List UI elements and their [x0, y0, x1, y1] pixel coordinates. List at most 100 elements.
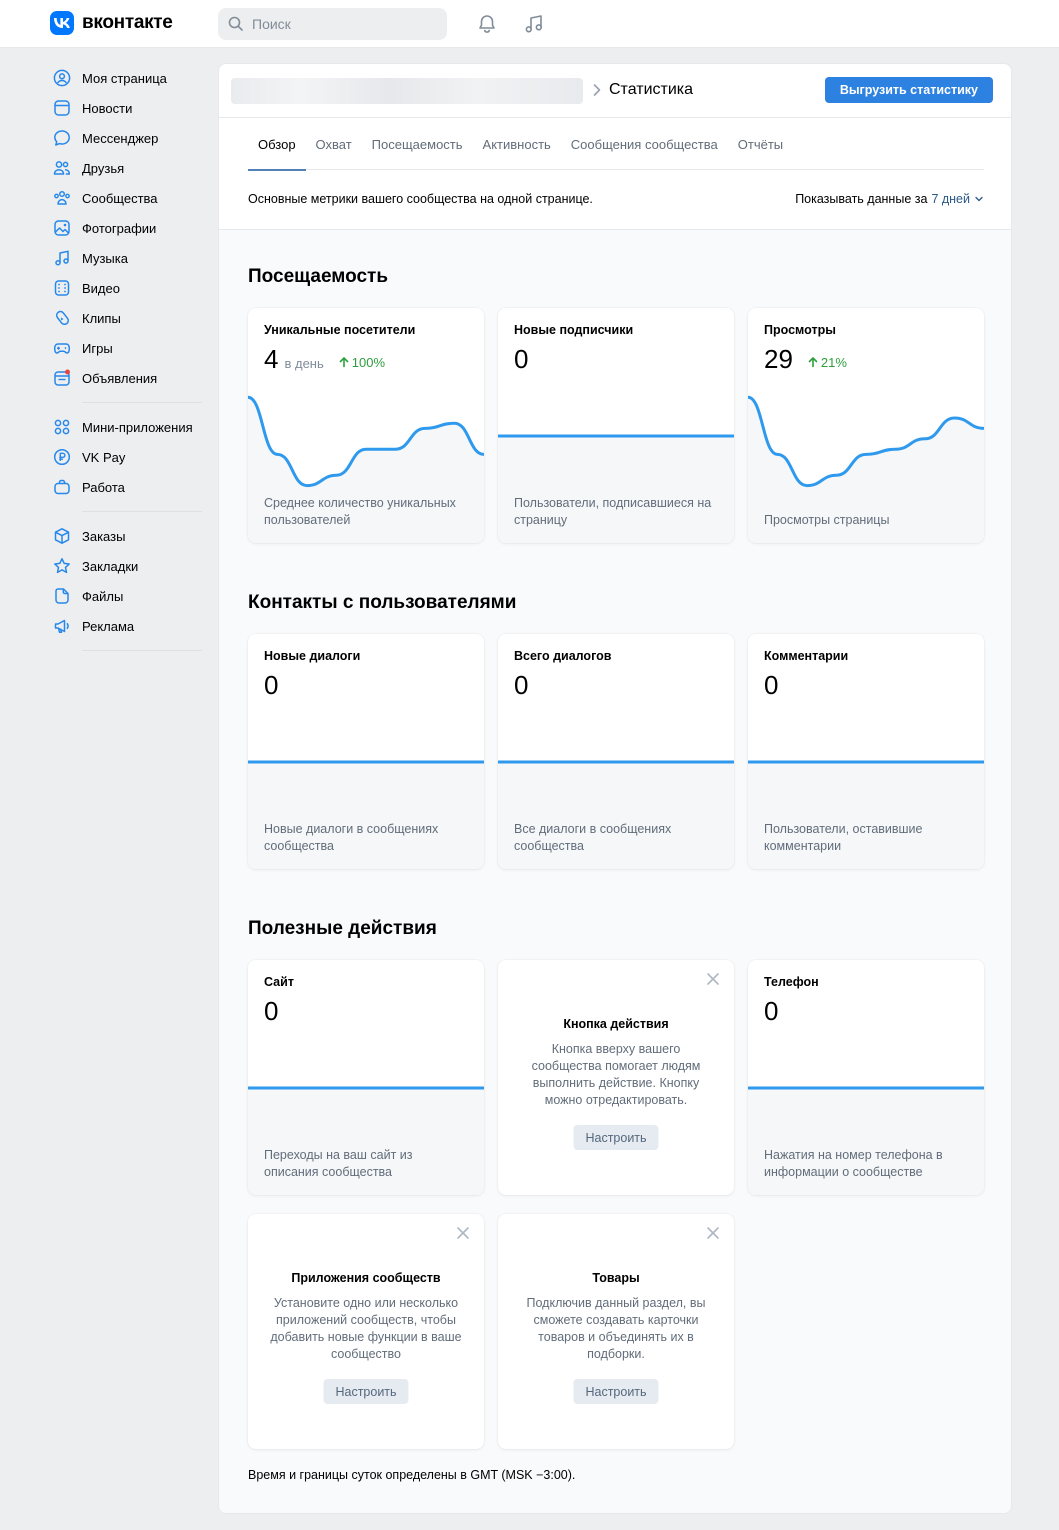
period-dropdown[interactable]: 7 дней	[931, 192, 970, 206]
search-box[interactable]	[218, 8, 447, 40]
configure-button[interactable]: Настроить	[323, 1379, 409, 1404]
chevron-right-icon	[593, 84, 601, 96]
overview-description: Основные метрики вашего сообщества на од…	[248, 192, 593, 206]
close-icon[interactable]	[706, 972, 720, 986]
sidebar-item-clips[interactable]: Клипы	[50, 303, 202, 333]
metric-value: 29	[764, 344, 793, 374]
vk-logo[interactable]: вконтакте	[50, 11, 173, 35]
bell-icon[interactable]	[475, 12, 499, 36]
sidebar-item-mini-apps[interactable]: Мини-приложения	[50, 412, 202, 442]
arrow-up-icon	[339, 357, 349, 368]
period-prefix: Показывать данные за	[795, 192, 928, 206]
section-title-attendance: Посещаемость	[248, 266, 389, 287]
tab-reach[interactable]: Охват	[306, 119, 362, 170]
sidebar-item-games[interactable]: Игры	[50, 333, 202, 363]
metric-value-row: 4 в день 100%	[264, 344, 385, 375]
message-icon	[52, 128, 72, 148]
sidebar-item-news[interactable]: Новости	[50, 93, 202, 123]
sidebar-item-vk-pay[interactable]: VK Pay	[50, 442, 202, 472]
sidebar-item-communities[interactable]: Сообщества	[50, 183, 202, 213]
metric-description: Переходы на ваш сайт из описания сообщес…	[264, 1148, 413, 1179]
metric-card-site[interactable]: Сайт 0 Переходы на ваш сайт из описания …	[248, 960, 484, 1195]
sidebar-item-messenger[interactable]: Мессенджер	[50, 123, 202, 153]
search-input[interactable]	[252, 16, 432, 32]
sidebar-item-bookmarks[interactable]: Закладки	[50, 551, 202, 581]
metric-description: Пользователи, подписавшиеся на страницу	[514, 496, 712, 527]
metric-description: Нажатия на номер телефона в информации о…	[764, 1148, 943, 1179]
promo-text: Подключив данный раздел, вы сможете созд…	[526, 1296, 706, 1361]
tab-community-messages[interactable]: Сообщения сообщества	[561, 119, 728, 170]
tab-attendance[interactable]: Посещаемость	[362, 119, 473, 170]
metric-unit: в день	[284, 356, 324, 371]
sidebar-item-ads-board[interactable]: Объявления	[50, 363, 202, 393]
music-icon[interactable]	[522, 12, 546, 36]
sidebar-item-photos[interactable]: Фотографии	[50, 213, 202, 243]
clips-icon	[52, 308, 72, 328]
sidebar-divider	[82, 511, 202, 512]
export-statistics-button[interactable]: Выгрузить статистику	[824, 77, 993, 103]
metric-card-unique-visitors[interactable]: Уникальные посетители 4 в день 100% Сред…	[248, 308, 484, 543]
sidebar-item-label: Закладки	[82, 558, 139, 574]
metric-description: Пользователи, оставившие комментарии	[764, 822, 923, 853]
metric-description: Просмотры страницы	[764, 513, 890, 527]
sidebar-item-work[interactable]: Работа	[50, 472, 202, 502]
metric-card-total-dialogs[interactable]: Всего диалогов 0 Все диалоги в сообщения…	[498, 634, 734, 869]
promo-card-products: Товары Подключив данный раздел, вы сможе…	[498, 1214, 734, 1449]
sidebar-item-label: Файлы	[82, 588, 124, 604]
sidebar-item-files[interactable]: Файлы	[50, 581, 202, 611]
metric-value-row: 0	[764, 996, 778, 1027]
metric-card-new-dialogs[interactable]: Новые диалоги 0 Новые диалоги в сообщени…	[248, 634, 484, 869]
metric-card-comments[interactable]: Комментарии 0 Пользователи, оставившие к…	[748, 634, 984, 869]
sidebar-item-label: Игры	[82, 340, 113, 356]
metric-label: Всего диалогов	[514, 649, 612, 663]
page-header: Статистика Выгрузить статистику	[219, 64, 1011, 118]
metric-value: 0	[764, 670, 779, 700]
sidebar-item-label: Мессенджер	[82, 130, 159, 146]
tab-reports[interactable]: Отчёты	[728, 119, 793, 170]
sidebar-item-label: Видео	[82, 280, 120, 296]
section-title-contacts: Контакты с пользователями	[248, 592, 517, 613]
close-icon[interactable]	[456, 1226, 470, 1240]
tab-activity[interactable]: Активность	[473, 119, 561, 170]
sidebar-item-label: Друзья	[82, 160, 125, 176]
top-bar: вконтакте	[0, 0, 1059, 48]
metric-card-phone[interactable]: Телефон 0 Нажатия на номер телефона в ин…	[748, 960, 984, 1195]
community-name-blurred[interactable]	[231, 78, 583, 104]
statistics-panel: Статистика Выгрузить статистику Обзор Ох…	[218, 63, 1012, 1514]
promo-title: Товары	[592, 1271, 640, 1285]
sidebar-group-services: Мини-приложения VK Pay Работа	[50, 412, 202, 502]
megaphone-icon	[52, 616, 72, 636]
metric-value-row: 29 21%	[764, 344, 847, 375]
overview-description-row: Основные метрики вашего сообщества на од…	[248, 170, 984, 228]
sidebar-item-friends[interactable]: Друзья	[50, 153, 202, 183]
sidebar-item-label: Мини-приложения	[82, 419, 193, 435]
sidebar-item-music[interactable]: Музыка	[50, 243, 202, 273]
brand-name: вконтакте	[82, 12, 173, 33]
metric-trend: 21%	[807, 355, 847, 370]
metric-description: Все диалоги в сообщениях сообщества	[514, 822, 672, 853]
promo-card-community-apps: Приложения сообществ Установите одно или…	[248, 1214, 484, 1449]
sidebar-item-orders[interactable]: Заказы	[50, 521, 202, 551]
sidebar-item-advertising[interactable]: Реклама	[50, 611, 202, 641]
metric-label: Новые диалоги	[264, 649, 361, 663]
metric-card-views[interactable]: Просмотры 29 21% Просмотры страницы	[748, 308, 984, 543]
sidebar-item-label: Моя страница	[82, 70, 167, 86]
metric-value-row: 0	[264, 670, 278, 701]
close-icon[interactable]	[706, 1226, 720, 1240]
vk-logo-mark-icon	[50, 11, 74, 35]
metric-value: 0	[514, 670, 529, 700]
metric-value: 0	[264, 996, 279, 1026]
promo-title: Приложения сообществ	[291, 1271, 441, 1285]
configure-button[interactable]: Настроить	[573, 1125, 659, 1150]
communities-icon	[52, 188, 72, 208]
sidebar-item-label: Новости	[82, 100, 133, 116]
metric-value: 4	[264, 344, 279, 374]
statistics-tabs: Обзор Охват Посещаемость Активность Сооб…	[248, 119, 984, 171]
configure-button[interactable]: Настроить	[573, 1379, 659, 1404]
metric-card-new-subscribers[interactable]: Новые подписчики 0 Пользователи, подписа…	[498, 308, 734, 543]
sidebar-item-my-page[interactable]: Моя страница	[50, 63, 202, 93]
metric-label: Сайт	[264, 975, 294, 989]
sidebar-item-video[interactable]: Видео	[50, 273, 202, 303]
chevron-down-icon[interactable]	[974, 194, 984, 204]
tab-overview[interactable]: Обзор	[248, 119, 306, 171]
